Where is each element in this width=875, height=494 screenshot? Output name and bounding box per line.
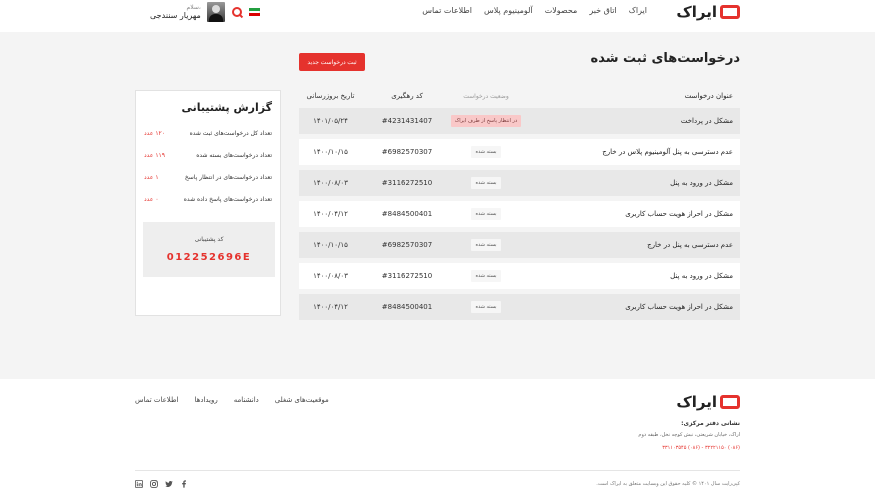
address-title: نشانی دفتر مرکزی: — [681, 420, 740, 427]
site-footer: ایراک موقعیت‌های شغلی دانشنامه رویدادها … — [0, 379, 875, 494]
update-date: ۱۴۰۱/۰۵/۲۴ — [313, 117, 348, 125]
nav-item-contact[interactable]: اطلاعات تماس — [422, 6, 472, 15]
column-header-date: تاریخ بروزرسانی — [306, 92, 355, 100]
stat-pending: تعداد درخواست‌های در انتظار پاسخ ۱ عدد — [144, 171, 272, 183]
site-header: ایراک ایراک اتاق خبر محصولات آلومینیوم پ… — [0, 0, 875, 32]
status-badge: بسته شده — [471, 301, 501, 313]
nav-item-products[interactable]: محصولات — [545, 6, 578, 15]
tracking-code: #8484500401 — [381, 303, 433, 311]
social-links — [135, 480, 188, 488]
tracking-code: #6982570307 — [381, 241, 433, 249]
footer-link-careers[interactable]: موقعیت‌های شغلی — [275, 396, 329, 404]
user-info[interactable]: سلام، مهریار سنندجی — [150, 4, 201, 20]
facebook-icon[interactable] — [180, 480, 188, 488]
linkedin-icon[interactable] — [135, 480, 143, 488]
stat-answered: تعداد درخواست‌های پاسخ داده شده ۰ عدد — [144, 193, 272, 205]
stat-value: ۰ عدد — [144, 195, 159, 203]
status-badge: بسته شده — [471, 270, 501, 282]
main-nav: ایراک اتاق خبر محصولات آلومینیوم پلاس اط… — [422, 6, 647, 15]
footer-link-encyclopedia[interactable]: دانشنامه — [234, 396, 259, 404]
search-icon[interactable] — [231, 6, 243, 18]
nav-item-aluminium-plus[interactable]: آلومینیوم پلاس — [484, 6, 533, 15]
nav-item-irak[interactable]: ایراک — [629, 6, 647, 15]
status-badge: بسته شده — [471, 146, 501, 158]
request-title: مشکل در ورود به پنل — [670, 272, 733, 280]
table-header: عنوان درخواست وضعیت درخواست کد رهگیری تا… — [299, 84, 740, 108]
table-row[interactable]: مشکل در احراز هویت حساب کاربری بسته شده … — [299, 294, 740, 320]
phone-numbers[interactable]: (۰۸۶) ۳۲۲۲۱۱۵۰ - (۰۸۶) ۳۳۱۱۰۳۵۴۵ — [662, 445, 740, 451]
user-greeting: سلام، — [186, 4, 201, 11]
tracking-code: #8484500401 — [381, 210, 433, 218]
column-header-code: کد رهگیری — [391, 92, 423, 100]
support-report-panel: گزارش پشتیبانی تعداد کل درخواست‌های ثبت … — [135, 90, 281, 316]
table-row[interactable]: مشکل در پرداخت در انتظار پاسخ از طرف ایر… — [299, 108, 740, 134]
nav-item-newsroom[interactable]: اتاق خبر — [589, 6, 616, 15]
update-date: ۱۴۰۰/۱۰/۱۵ — [313, 148, 348, 156]
support-code-value[interactable]: 012252696E — [143, 252, 275, 263]
request-title: عدم دسترسی به پنل در خارج — [647, 241, 733, 249]
iran-flag-icon[interactable] — [248, 8, 260, 17]
status-badge: بسته شده — [471, 208, 501, 220]
instagram-icon[interactable] — [150, 480, 158, 488]
request-title: مشکل در ورود به پنل — [670, 179, 733, 187]
stat-value: ۱ عدد — [144, 173, 159, 181]
requests-table: عنوان درخواست وضعیت درخواست کد رهگیری تا… — [299, 84, 740, 325]
request-title: مشکل در احراز هویت حساب کاربری — [625, 210, 733, 218]
logo-text: ایراک — [676, 393, 717, 411]
stat-label: تعداد درخواست‌های در انتظار پاسخ — [184, 173, 272, 181]
column-header-title: عنوان درخواست — [684, 92, 733, 100]
table-row[interactable]: مشکل در ورود به پنل بسته شده #3116272510… — [299, 263, 740, 289]
table-row[interactable]: عدم دسترسی به پنل در خارج بسته شده #6982… — [299, 232, 740, 258]
logo-mark-icon — [720, 395, 740, 409]
page-title: درخواست‌های ثبت شده — [590, 51, 740, 66]
tracking-code: #6982570307 — [381, 148, 433, 156]
request-title: مشکل در پرداخت — [680, 117, 733, 125]
stat-value: ۱۱۹ عدد — [144, 151, 165, 159]
request-title: مشکل در احراز هویت حساب کاربری — [625, 303, 733, 311]
new-request-button[interactable]: ثبت درخواست جدید — [299, 53, 365, 71]
request-title: عدم دسترسی به پنل آلومینیوم پلاس در خارج — [602, 148, 733, 156]
stat-label: تعداد درخواست‌های بسته شده — [196, 151, 272, 159]
column-header-status: وضعیت درخواست — [463, 92, 509, 100]
user-name: مهریار سنندجی — [150, 11, 201, 20]
stat-label: تعداد کل درخواست‌های ثبت شده — [189, 129, 272, 137]
table-row[interactable]: عدم دسترسی به پنل آلومینیوم پلاس در خارج… — [299, 139, 740, 165]
stat-value: ۱۲۰ عدد — [144, 129, 165, 137]
support-code-label: کد پشتیبانی — [194, 236, 224, 243]
footer-links: موقعیت‌های شغلی دانشنامه رویدادها اطلاعا… — [135, 396, 329, 404]
logo-mark-icon — [720, 5, 740, 19]
status-badge: بسته شده — [471, 239, 501, 251]
stat-closed: تعداد درخواست‌های بسته شده ۱۱۹ عدد — [144, 149, 272, 161]
footer-link-contact[interactable]: اطلاعات تماس — [135, 396, 179, 404]
update-date: ۱۴۰۰/۰۸/۰۳ — [313, 179, 348, 187]
table-row[interactable]: مشکل در احراز هویت حساب کاربری بسته شده … — [299, 201, 740, 227]
tracking-code: #3116272510 — [381, 272, 433, 280]
status-badge: بسته شده — [471, 177, 501, 189]
stat-label: تعداد درخواست‌های پاسخ داده شده — [183, 195, 272, 203]
panel-title: گزارش پشتیبانی — [181, 101, 272, 114]
footer-link-events[interactable]: رویدادها — [195, 396, 218, 404]
table-row[interactable]: مشکل در ورود به پنل بسته شده #3116272510… — [299, 170, 740, 196]
twitter-icon[interactable] — [165, 480, 173, 488]
tracking-code: #3116272510 — [381, 179, 433, 187]
main-content: درخواست‌های ثبت شده ثبت درخواست جدید عنو… — [0, 32, 875, 379]
tracking-code: #4231431407 — [381, 117, 433, 125]
user-area: سلام، مهریار سنندجی — [150, 2, 260, 22]
support-code-box: کد پشتیبانی 012252696E — [143, 222, 275, 277]
site-logo[interactable]: ایراک — [676, 2, 740, 22]
update-date: ۱۴۰۰/۱۰/۱۵ — [313, 241, 348, 249]
avatar[interactable] — [206, 2, 225, 22]
update-date: ۱۴۰۰/۰۸/۰۳ — [313, 272, 348, 280]
update-date: ۱۴۰۰/۰۴/۱۲ — [313, 303, 348, 311]
footer-logo[interactable]: ایراک — [676, 393, 740, 411]
copyright-text: کپی‌رایت سال ۱۴۰۱ © کلیه حقوق این وبسایت… — [596, 481, 740, 487]
update-date: ۱۴۰۰/۰۴/۱۲ — [313, 210, 348, 218]
status-badge: در انتظار پاسخ از طرف ایراک — [450, 115, 522, 127]
footer-divider — [135, 470, 740, 471]
logo-text: ایراک — [676, 3, 717, 21]
address-text: اراک، خیابان شریعتی، نبش کوچه نخل، طبقه … — [638, 432, 740, 438]
stat-total: تعداد کل درخواست‌های ثبت شده ۱۲۰ عدد — [144, 127, 272, 139]
